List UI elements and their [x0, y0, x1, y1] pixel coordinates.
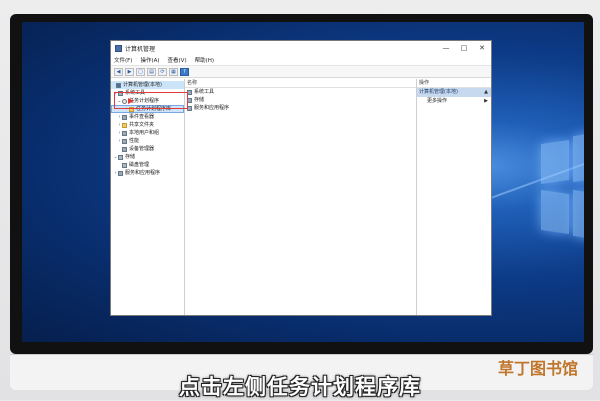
- navigation-tree: 计算机管理(本地) ⌄ 系统工具 ⌄ 任务计划程序 › 任务计划程序库 › 事件…: [111, 79, 185, 315]
- watermark-logo: 草丁图书馆: [498, 359, 579, 378]
- refresh-icon[interactable]: ⟳: [158, 67, 167, 76]
- annotation-arrow-icon: [128, 98, 134, 104]
- shared-folder-icon: [122, 122, 127, 128]
- tree-services-apps[interactable]: › 服务和应用程序: [111, 169, 184, 177]
- help-icon[interactable]: ?: [180, 67, 189, 76]
- column-header-name[interactable]: 名称: [185, 79, 416, 88]
- minimize-button[interactable]: —: [437, 44, 455, 52]
- title-bar[interactable]: 计算机管理 — □ ✕: [111, 41, 491, 55]
- computer-management-icon: [115, 44, 122, 52]
- tree-device-manager[interactable]: 设备管理器: [111, 145, 184, 153]
- performance-icon: [122, 138, 127, 144]
- list-item[interactable]: 系统工具: [185, 88, 416, 96]
- actions-section-title[interactable]: 计算机管理(本地) ▲: [417, 88, 491, 97]
- collapse-up-icon[interactable]: ▲: [481, 88, 491, 97]
- tree-root[interactable]: 计算机管理(本地): [111, 81, 184, 89]
- tree-performance[interactable]: › 性能: [111, 137, 184, 145]
- windows-logo-light: [527, 52, 584, 312]
- actions-header: 操作: [417, 79, 491, 88]
- background: 计算机管理 — □ ✕ 文件(F) 操作(A) 查看(V) 帮助(H) ◀ ▶ …: [0, 0, 600, 400]
- close-button[interactable]: ✕: [473, 44, 491, 52]
- annotation-box: [114, 92, 166, 109]
- storage-icon: [118, 154, 123, 160]
- menu-file[interactable]: 文件(F): [114, 56, 132, 64]
- annotation-box: [166, 92, 188, 109]
- properties-icon[interactable]: ▦: [169, 67, 178, 76]
- forward-icon[interactable]: ▶: [125, 67, 134, 76]
- device-manager-icon: [122, 146, 127, 152]
- up-folder-icon[interactable]: ▢: [136, 67, 145, 76]
- maximize-button[interactable]: □: [455, 44, 473, 52]
- menu-help[interactable]: 帮助(H): [195, 56, 214, 64]
- window-title: 计算机管理: [125, 45, 156, 53]
- tree-event-viewer[interactable]: › 事件查看器: [111, 113, 184, 121]
- users-icon: [122, 130, 127, 136]
- computer-management-window[interactable]: 计算机管理 — □ ✕ 文件(F) 操作(A) 查看(V) 帮助(H) ◀ ▶ …: [110, 40, 492, 316]
- back-icon[interactable]: ◀: [114, 67, 123, 76]
- event-viewer-icon: [122, 114, 127, 120]
- menu-view[interactable]: 查看(V): [168, 56, 187, 64]
- list-item[interactable]: 存储: [185, 96, 416, 104]
- tree-disk-management[interactable]: 磁盘管理: [111, 161, 184, 169]
- show-hide-tree-icon[interactable]: ▤: [147, 67, 156, 76]
- toolbar: ◀ ▶ ▢ ▤ ⟳ ▦ ?: [111, 66, 491, 78]
- disk-icon: [122, 162, 127, 168]
- services-icon: [118, 170, 123, 176]
- actions-pane: 操作 计算机管理(本地) ▲ 更多操作 ▶: [417, 79, 491, 315]
- computer-icon: [116, 82, 121, 88]
- tree-local-users[interactable]: › 本地用户和组: [111, 129, 184, 137]
- tree-shared-folders[interactable]: › 共享文件夹: [111, 121, 184, 129]
- menu-action[interactable]: 操作(A): [140, 56, 159, 64]
- submenu-arrow-icon: ▶: [484, 98, 488, 104]
- menu-bar: 文件(F) 操作(A) 查看(V) 帮助(H): [111, 55, 491, 66]
- more-actions[interactable]: 更多操作 ▶: [417, 97, 491, 106]
- tree-storage[interactable]: ⌄ 存储: [111, 153, 184, 161]
- content-pane: 名称 系统工具 存储 服务和应用程序: [185, 79, 417, 315]
- list-item[interactable]: 服务和应用程序: [185, 104, 416, 112]
